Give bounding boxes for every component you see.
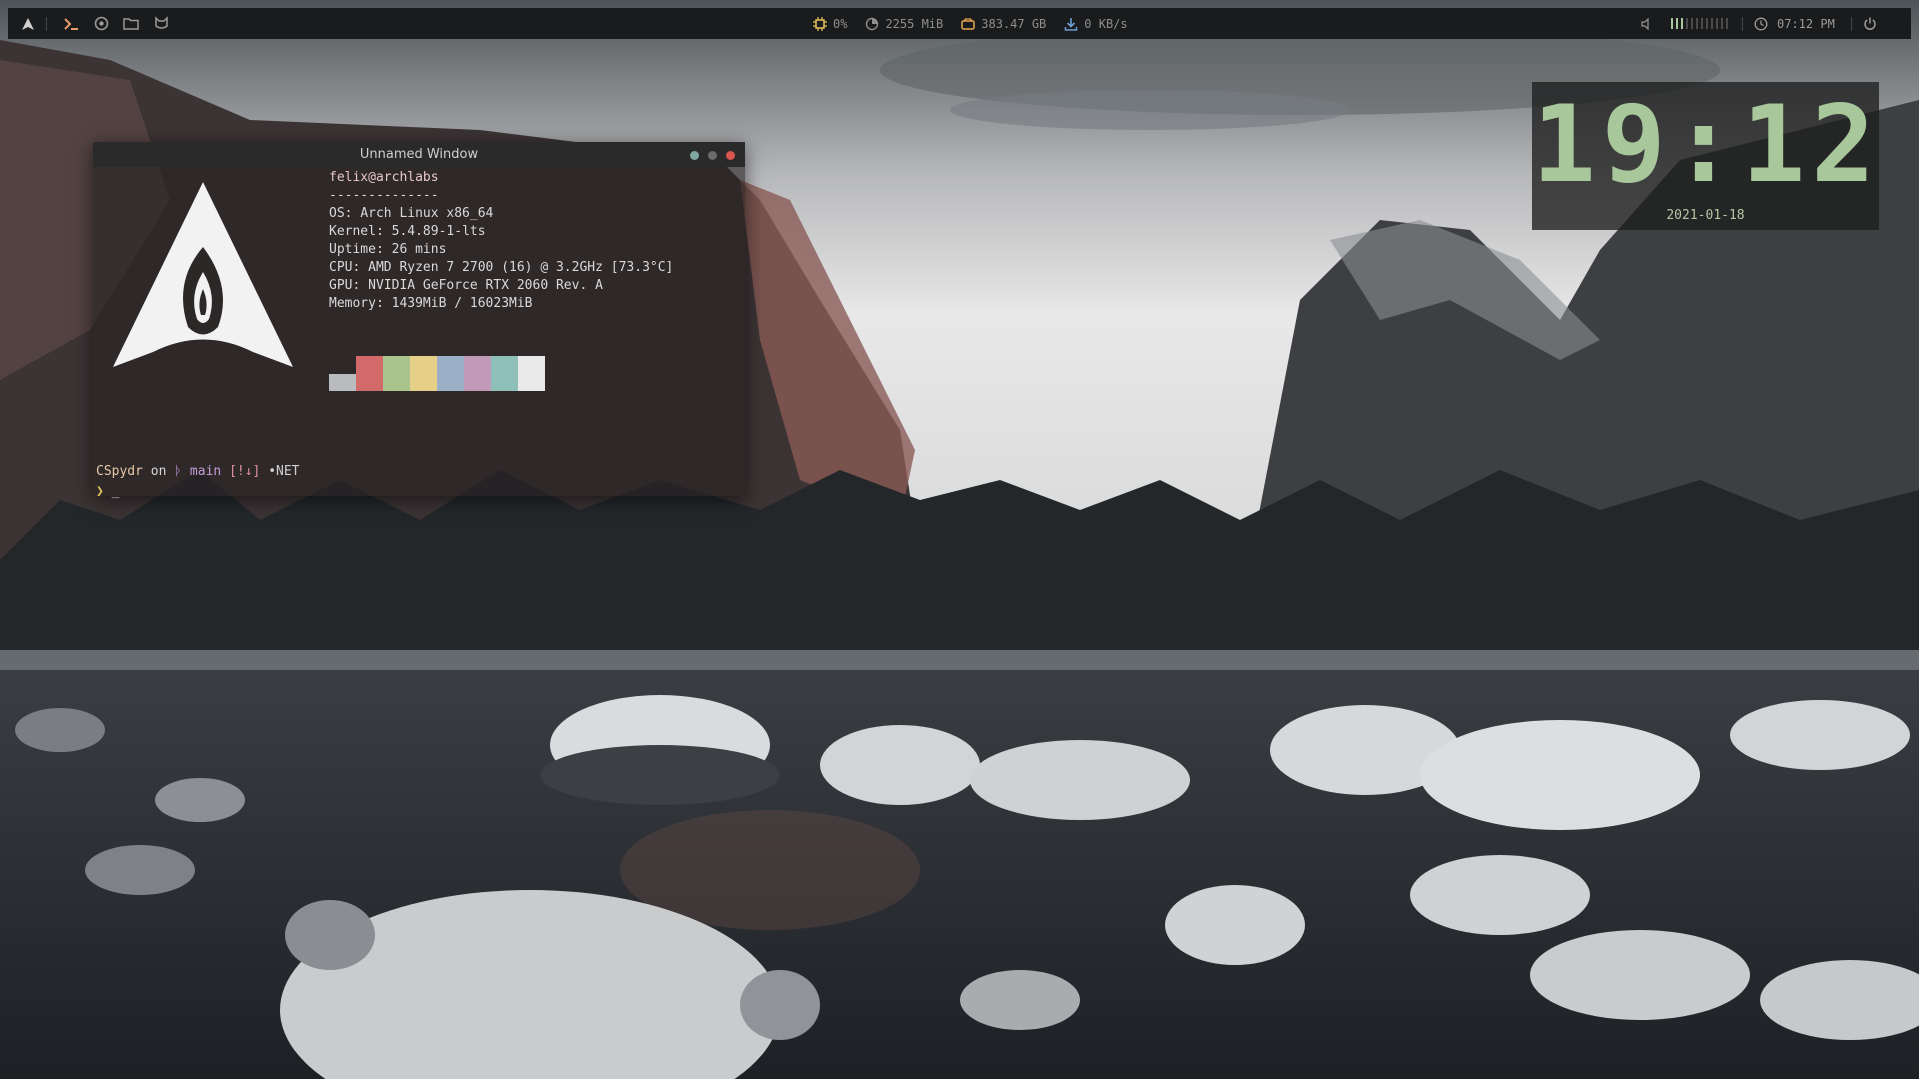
volume-slider[interactable] [1671, 18, 1728, 29]
volume-tick [1726, 18, 1728, 29]
volume-tick [1716, 18, 1718, 29]
palette-swatch [410, 356, 437, 391]
kernel-value: 5.4.89-1-lts [391, 224, 486, 239]
prompt-input-line[interactable]: ❯ _ [96, 483, 119, 501]
gpu-label: GPU: [329, 278, 361, 293]
palette-swatch [383, 356, 410, 391]
volume-tick [1706, 18, 1708, 29]
panel-divider [1850, 16, 1852, 31]
memory-label: Memory: [329, 296, 384, 311]
palette-swatch [518, 356, 545, 391]
panel-divider [46, 16, 47, 31]
network-speed: 0 KB/s [1084, 16, 1128, 31]
prompt-symbol: ❯ [96, 484, 104, 499]
disk-icon [961, 17, 975, 30]
git-branch: main [189, 464, 222, 479]
kernel-label: Kernel: [329, 224, 384, 239]
panel-center: 0% 2255 MiB 383.47 GB 0 KB/s [804, 8, 1137, 39]
volume-tick [1721, 18, 1723, 29]
cpu-value: AMD Ryzen 7 2700 (16) @ 3.2GHz [73.3°C] [368, 260, 674, 275]
cpu-usage: 0% [833, 16, 848, 31]
palette-swatch [464, 356, 491, 391]
panel-right: 07:12 PM [1639, 8, 1878, 39]
palette-swatch [491, 356, 518, 391]
minimize-button[interactable] [690, 151, 699, 160]
palette-swatch [329, 374, 356, 391]
info-separator: -------------- [329, 188, 439, 203]
close-button[interactable] [726, 151, 735, 160]
memory-icon [866, 17, 879, 30]
cpu-stat[interactable]: 0% [813, 16, 848, 31]
os-value: Arch Linux x86_64 [360, 206, 494, 221]
cpu-icon [813, 16, 827, 31]
os-label: OS: [329, 206, 353, 221]
palette-swatch [437, 356, 464, 391]
volume-icon[interactable] [1639, 16, 1655, 32]
shell-prompt: CSpydr on ᚦ main [!↓] •NET [96, 463, 300, 481]
volume-tick [1696, 18, 1698, 29]
volume-tick [1681, 18, 1683, 29]
uptime-label: Uptime: [329, 242, 384, 257]
panel-clock[interactable]: 07:12 PM [1777, 17, 1835, 31]
archlabs-logo-icon [113, 182, 293, 367]
folder-icon[interactable] [123, 16, 139, 32]
browser-icon[interactable] [93, 16, 109, 32]
disk-usage: 383.47 GB [981, 16, 1047, 31]
volume-tick [1711, 18, 1713, 29]
clock-time: 19:12 [1532, 83, 1882, 206]
volume-tick [1676, 18, 1678, 29]
cat-icon[interactable] [153, 16, 169, 32]
window-titlebar[interactable]: Unnamed Window [93, 142, 745, 167]
power-icon[interactable] [1862, 16, 1878, 32]
download-icon [1065, 17, 1078, 31]
maximize-button[interactable] [708, 151, 717, 160]
palette-swatch [356, 356, 383, 391]
panel-left [20, 8, 169, 39]
dotnet-env: •NET [268, 464, 300, 479]
cpu-label: CPU: [329, 260, 361, 275]
user-host: felix@archlabs [329, 170, 439, 185]
top-panel: 0% 2255 MiB 383.47 GB 0 KB/s 07:12 PM [8, 8, 1911, 39]
arch-menu-icon[interactable] [20, 16, 36, 32]
clock-date: 2021-01-18 [1666, 208, 1745, 223]
prompt-on: on [150, 464, 167, 479]
terminal-window[interactable]: Unnamed Window felix@archlabs ----------… [93, 142, 745, 499]
terminal-icon[interactable] [63, 16, 79, 32]
git-status: [!↓] [229, 464, 261, 479]
panel-divider [1742, 16, 1743, 31]
text-cursor: _ [111, 484, 120, 499]
volume-tick [1691, 18, 1693, 29]
volume-tick [1686, 18, 1688, 29]
volume-tick [1671, 18, 1673, 29]
disk-stat[interactable]: 383.47 GB [961, 17, 1046, 31]
terminal-content[interactable]: felix@archlabs -------------- OS: Arch L… [93, 167, 745, 499]
network-stat[interactable]: 0 KB/s [1064, 16, 1128, 31]
volume-tick [1701, 18, 1703, 29]
color-palette [329, 356, 545, 391]
uptime-value: 26 mins [391, 242, 447, 257]
desktop: 0% 2255 MiB 383.47 GB 0 KB/s 07:12 PM Un… [0, 0, 1919, 1079]
clock-icon [1753, 16, 1769, 32]
clock-widget: 19:12 2021-01-18 [1532, 82, 1879, 230]
memory-value: 1439MiB / 16023MiB [391, 296, 533, 311]
system-info: felix@archlabs -------------- OS: Arch L… [329, 169, 673, 313]
gpu-value: NVIDIA GeForce RTX 2060 Rev. A [368, 278, 603, 293]
memory-stat[interactable]: 2255 MiB [865, 17, 943, 31]
prompt-directory: CSpydr [96, 464, 143, 479]
memory-usage: 2255 MiB [885, 16, 944, 31]
git-branch-icon: ᚦ [174, 464, 183, 479]
window-title: Unnamed Window [359, 147, 479, 162]
